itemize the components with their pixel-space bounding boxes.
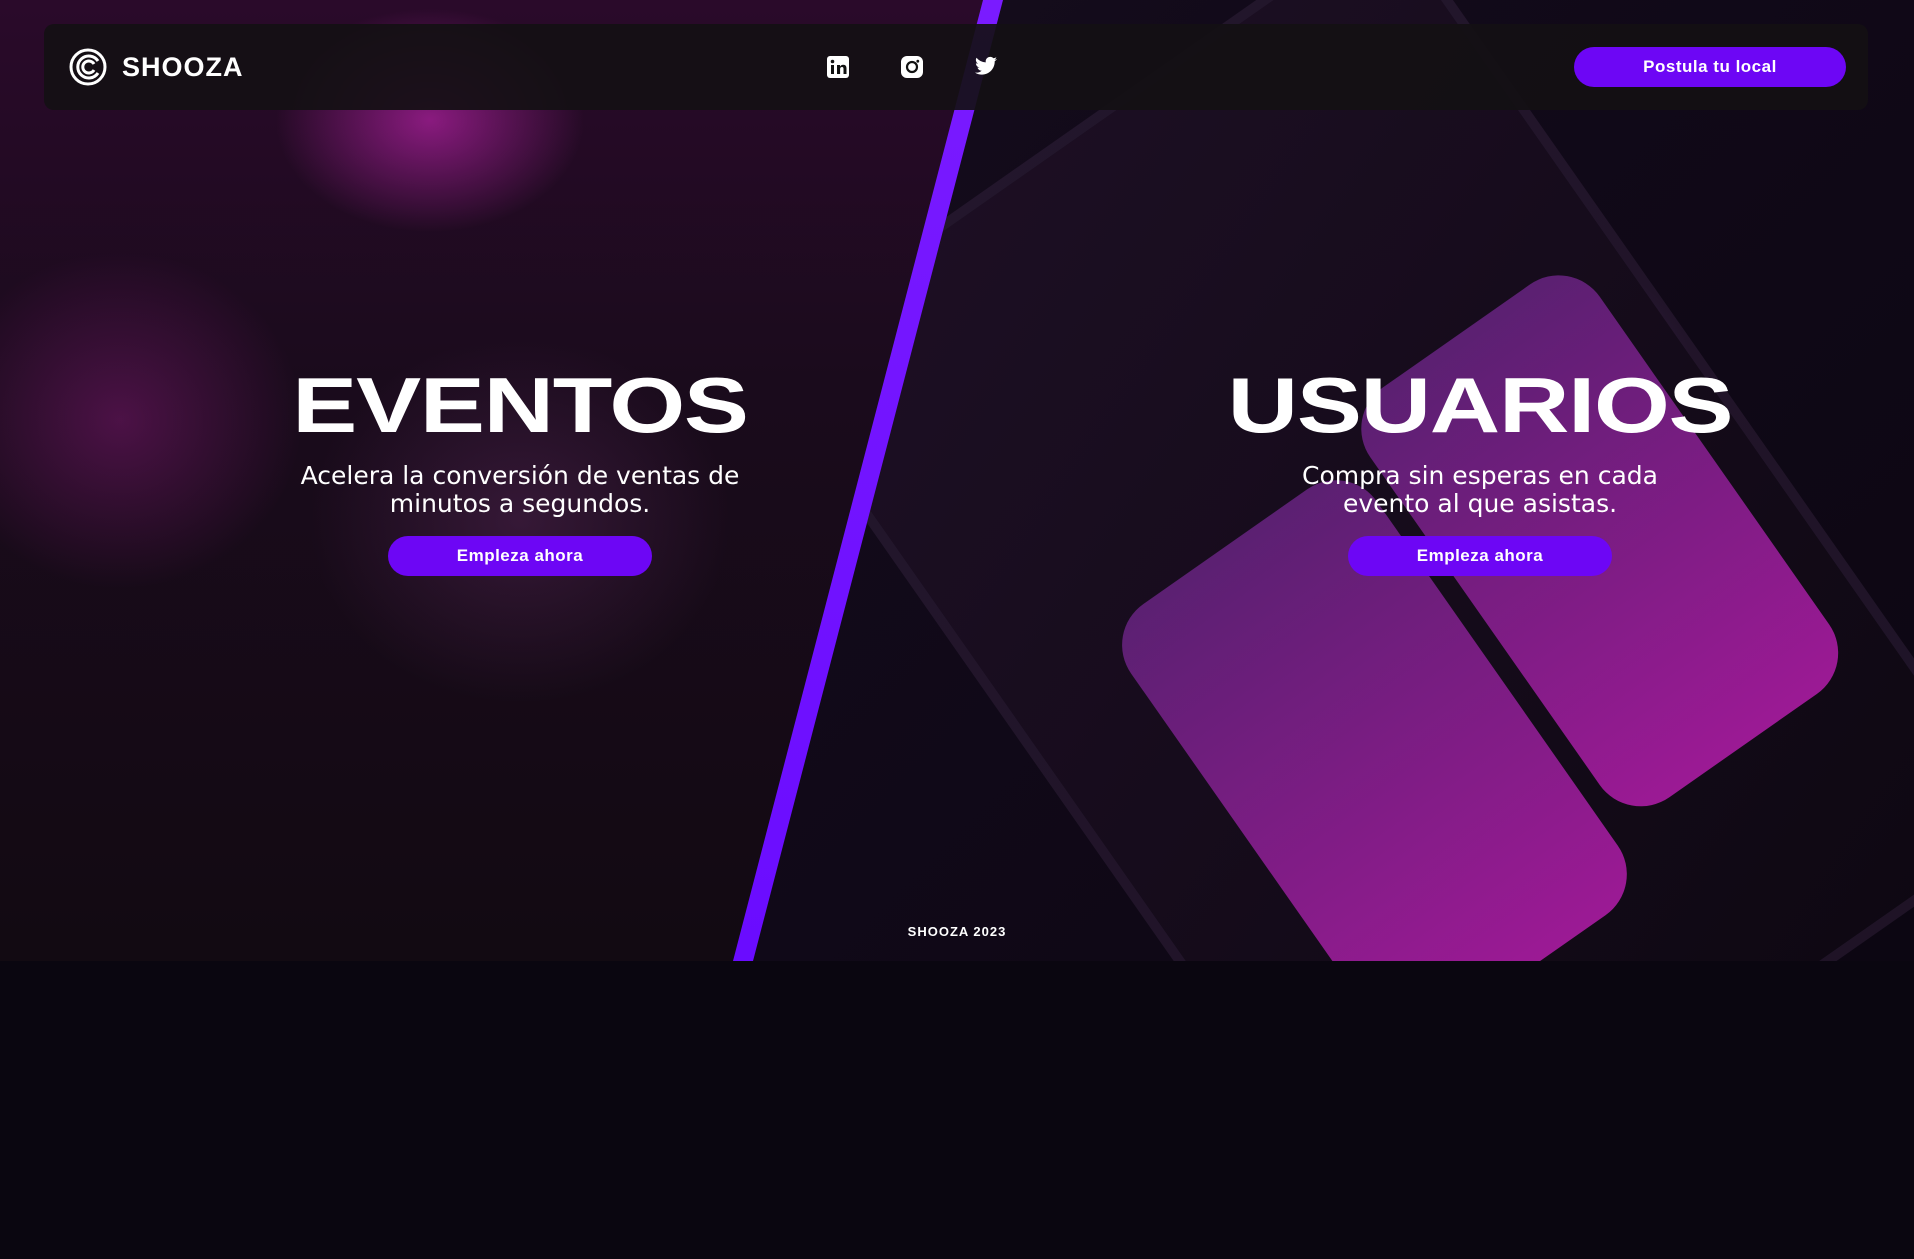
footer-text: SHOOZA 2023 xyxy=(907,924,1007,939)
brand-name: SHOOZA xyxy=(122,51,244,82)
events-description-line2: minutos a segundos. xyxy=(389,489,651,518)
twitter-icon[interactable] xyxy=(972,53,1000,81)
users-start-button[interactable]: Empleza ahora xyxy=(1348,536,1612,576)
events-title: EVENTOS xyxy=(292,361,749,449)
social-links xyxy=(824,53,1000,81)
users-title: USUARIOS xyxy=(1227,361,1734,449)
top-navbar: SHOOZA Postula tu local xyxy=(44,24,1868,110)
events-description-line1: Acelera la conversión de ventas de xyxy=(300,461,740,490)
users-description-line1: Compra sin esperas en cada xyxy=(1302,461,1658,490)
events-section: EVENTOS Acelera la conversión de ventas … xyxy=(290,366,750,576)
users-description: Compra sin esperas en cada evento al que… xyxy=(1230,462,1730,518)
linkedin-icon[interactable] xyxy=(824,53,852,81)
events-description: Acelera la conversión de ventas de minut… xyxy=(290,462,750,518)
apply-venue-button[interactable]: Postula tu local xyxy=(1574,47,1846,87)
shooza-logo-icon xyxy=(69,48,107,86)
users-section: USUARIOS Compra sin esperas en cada even… xyxy=(1228,366,1734,576)
events-start-button[interactable]: Empleza ahora xyxy=(388,536,652,576)
users-description-line2: evento al que asistas. xyxy=(1342,489,1618,518)
brand-logo[interactable]: SHOOZA xyxy=(68,47,244,87)
instagram-icon[interactable] xyxy=(898,53,926,81)
